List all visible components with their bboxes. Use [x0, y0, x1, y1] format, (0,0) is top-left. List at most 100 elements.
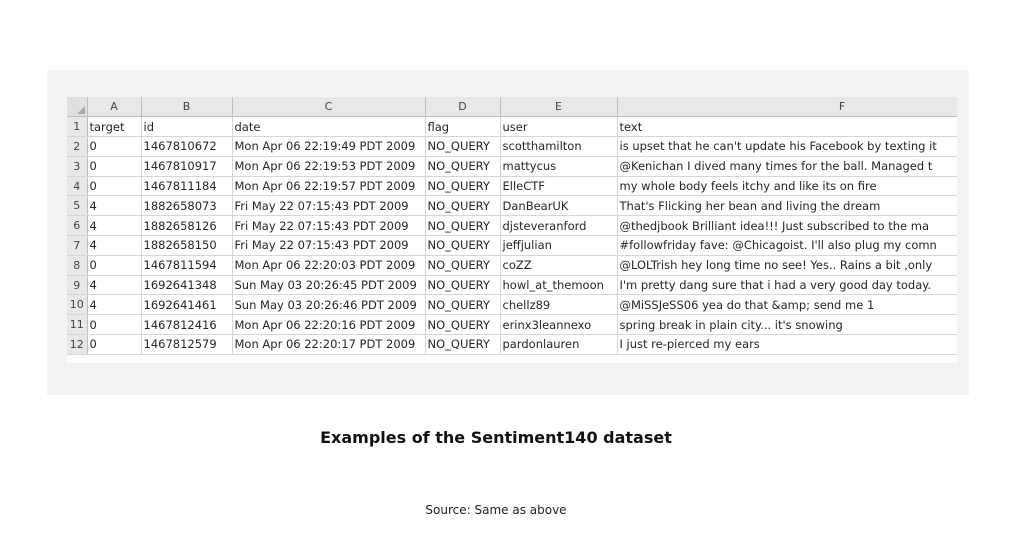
- table-cell[interactable]: my whole body feels itchy and like its o…: [617, 176, 957, 197]
- table-cell[interactable]: ElleCTF: [500, 176, 618, 197]
- row-header[interactable]: 2: [67, 136, 88, 157]
- table-cell[interactable]: mattycus: [500, 156, 618, 177]
- table-cell[interactable]: flag: [425, 116, 501, 138]
- table-cell[interactable]: NO_QUERY: [425, 195, 501, 217]
- table-row: 11 0 1467812416 Mon Apr 06 22:20:16 PDT 200…: [67, 314, 957, 336]
- table-cell[interactable]: NO_QUERY: [425, 334, 501, 355]
- table-cell[interactable]: NO_QUERY: [425, 136, 501, 157]
- table-cell[interactable]: Fri May 22 07:15:43 PDT 2009: [232, 195, 426, 217]
- table-cell[interactable]: Sun May 03 20:26:46 PDT 2009: [232, 294, 426, 316]
- table-cell[interactable]: 1692641348: [141, 275, 233, 296]
- table-row: 9 4 1692641348 Sun May 03 20:26:45 PDT 2009…: [67, 275, 957, 296]
- table-cell[interactable]: Mon Apr 06 22:20:17 PDT 2009: [232, 334, 426, 355]
- table-cell[interactable]: scotthamilton: [500, 136, 618, 157]
- table-cell[interactable]: @thedjbook Brilliant idea!!! Just subscr…: [617, 215, 957, 237]
- table-cell[interactable]: 1467812416: [141, 314, 233, 336]
- table-cell[interactable]: id: [141, 116, 233, 138]
- table-cell[interactable]: @MiSSJeSS06 yea do that &amp; send me 1: [617, 294, 957, 316]
- table-cell[interactable]: coZZ: [500, 255, 618, 276]
- table-cell[interactable]: NO_QUERY: [425, 314, 501, 336]
- row-header[interactable]: 11: [67, 314, 88, 336]
- table-cell[interactable]: 0: [87, 136, 142, 157]
- table-cell[interactable]: NO_QUERY: [425, 294, 501, 316]
- table-cell[interactable]: date: [232, 116, 426, 138]
- table-cell[interactable]: 0: [87, 255, 142, 276]
- column-header[interactable]: B: [141, 97, 233, 118]
- table-cell[interactable]: 1467812579: [141, 334, 233, 355]
- table-row: 6 4 1882658126 Fri May 22 07:15:43 PDT 2009…: [67, 215, 957, 237]
- table-cell[interactable]: Mon Apr 06 22:19:53 PDT 2009: [232, 156, 426, 177]
- table-cell[interactable]: pardonlauren: [500, 334, 618, 355]
- table-cell[interactable]: djsteveranford: [500, 215, 618, 237]
- table-cell[interactable]: spring break in plain city... it's snowi…: [617, 314, 957, 336]
- table-cell[interactable]: 1467811184: [141, 176, 233, 197]
- table-cell[interactable]: 1467810672: [141, 136, 233, 157]
- table-cell[interactable]: text: [617, 116, 957, 138]
- table-cell[interactable]: NO_QUERY: [425, 156, 501, 177]
- table-cell[interactable]: 1692641461: [141, 294, 233, 316]
- table-cell[interactable]: 1467811594: [141, 255, 233, 276]
- table-cell[interactable]: 0: [87, 156, 142, 177]
- table-cell[interactable]: Mon Apr 06 22:19:49 PDT 2009: [232, 136, 426, 157]
- row-header[interactable]: 10: [67, 294, 88, 316]
- table-cell[interactable]: erinx3leannexo: [500, 314, 618, 336]
- table-cell[interactable]: Fri May 22 07:15:43 PDT 2009: [232, 235, 426, 256]
- table-cell[interactable]: jeffjulian: [500, 235, 618, 256]
- table-cell[interactable]: user: [500, 116, 618, 138]
- table-row: 5 4 1882658073 Fri May 22 07:15:43 PDT 2009…: [67, 195, 957, 217]
- table-cell[interactable]: 4: [87, 275, 142, 296]
- table-cell[interactable]: Fri May 22 07:15:43 PDT 2009: [232, 215, 426, 237]
- table-cell[interactable]: I just re-pierced my ears: [617, 334, 957, 355]
- table-cell[interactable]: NO_QUERY: [425, 215, 501, 237]
- table-cell[interactable]: NO_QUERY: [425, 255, 501, 276]
- column-header[interactable]: D: [425, 97, 501, 118]
- column-header[interactable]: E: [500, 97, 618, 118]
- table-cell[interactable]: target: [87, 116, 142, 138]
- table-cell[interactable]: I'm pretty dang sure that i had a very g…: [617, 275, 957, 296]
- row-header[interactable]: 5: [67, 195, 88, 217]
- screenshot-frame: A B C D E F 1 target id date flag user t…: [47, 70, 969, 395]
- table-cell[interactable]: 4: [87, 294, 142, 316]
- data-table: A B C D E F 1 target id date flag user t…: [67, 97, 957, 355]
- table-cell[interactable]: @LOLTrish hey long time no see! Yes.. Ra…: [617, 255, 957, 276]
- select-all-corner[interactable]: [67, 97, 88, 118]
- row-header[interactable]: 7: [67, 235, 88, 256]
- row-header[interactable]: 3: [67, 156, 88, 177]
- table-cell[interactable]: 4: [87, 195, 142, 217]
- column-header[interactable]: A: [87, 97, 142, 118]
- table-cell[interactable]: howl_at_themoon: [500, 275, 618, 296]
- table-cell[interactable]: is upset that he can't update his Facebo…: [617, 136, 957, 157]
- table-row: 10 4 1692641461 Sun May 03 20:26:46 PDT 200…: [67, 294, 957, 316]
- table-cell[interactable]: Mon Apr 06 22:20:03 PDT 2009: [232, 255, 426, 276]
- table-cell[interactable]: 1467810917: [141, 156, 233, 177]
- table-cell[interactable]: NO_QUERY: [425, 235, 501, 256]
- table-cell[interactable]: 0: [87, 334, 142, 355]
- table-cell[interactable]: 0: [87, 176, 142, 197]
- table-cell[interactable]: 4: [87, 215, 142, 237]
- table-cell[interactable]: That's Flicking her bean and living the …: [617, 195, 957, 217]
- row-header[interactable]: 9: [67, 275, 88, 296]
- table-cell[interactable]: 1882658073: [141, 195, 233, 217]
- row-header[interactable]: 6: [67, 215, 88, 237]
- table-cell[interactable]: chellz89: [500, 294, 618, 316]
- table-cell[interactable]: Sun May 03 20:26:45 PDT 2009: [232, 275, 426, 296]
- column-header[interactable]: F: [617, 97, 957, 118]
- table-cell[interactable]: 0: [87, 314, 142, 336]
- table-cell[interactable]: NO_QUERY: [425, 176, 501, 197]
- table-row: 7 4 1882658150 Fri May 22 07:15:43 PDT 2009…: [67, 235, 957, 256]
- table-row: 4 0 1467811184 Mon Apr 06 22:19:57 PDT 2009…: [67, 176, 957, 197]
- table-cell[interactable]: DanBearUK: [500, 195, 618, 217]
- row-header[interactable]: 12: [67, 334, 88, 355]
- table-cell[interactable]: #followfriday fave: @Chicagoist. I'll al…: [617, 235, 957, 256]
- row-header[interactable]: 4: [67, 176, 88, 197]
- row-header[interactable]: 8: [67, 255, 88, 276]
- table-cell[interactable]: NO_QUERY: [425, 275, 501, 296]
- table-cell[interactable]: Mon Apr 06 22:19:57 PDT 2009: [232, 176, 426, 197]
- table-cell[interactable]: Mon Apr 06 22:20:16 PDT 2009: [232, 314, 426, 336]
- table-cell[interactable]: @Kenichan I dived many times for the bal…: [617, 156, 957, 177]
- row-header[interactable]: 1: [67, 116, 88, 138]
- table-cell[interactable]: 1882658150: [141, 235, 233, 256]
- table-cell[interactable]: 4: [87, 235, 142, 256]
- column-header[interactable]: C: [232, 97, 426, 118]
- table-cell[interactable]: 1882658126: [141, 215, 233, 237]
